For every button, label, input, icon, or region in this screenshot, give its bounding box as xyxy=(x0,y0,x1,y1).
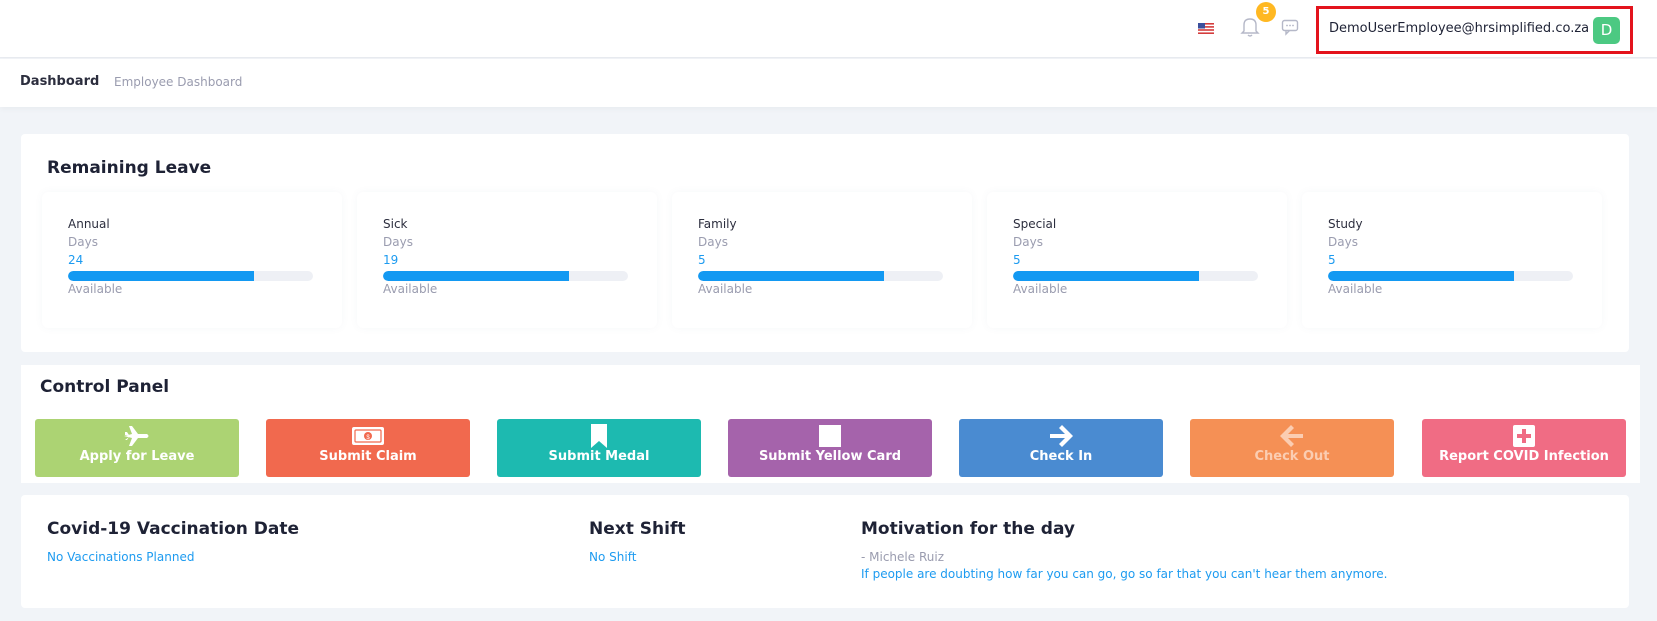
leave-item-special: Special Days 5 Available xyxy=(987,192,1287,328)
top-bar: 5 DemoUserEmployee@hrsimplified.co.za D xyxy=(0,0,1657,58)
leave-days-value: 5 xyxy=(698,253,706,267)
leave-progress-bar xyxy=(698,271,943,281)
avatar: D xyxy=(1593,17,1620,44)
apply-for-leave-button[interactable]: Apply for Leave xyxy=(35,419,239,477)
control-panel: Control Panel Apply for Leave $ Submit C… xyxy=(21,365,1640,483)
remaining-leave-title: Remaining Leave xyxy=(47,158,212,178)
submit-medal-button[interactable]: Submit Medal xyxy=(497,419,701,477)
leave-unit: Days xyxy=(1013,235,1043,249)
info-card: Covid-19 Vaccination Date No Vaccination… xyxy=(21,495,1629,608)
motivation-title: Motivation for the day xyxy=(861,519,1076,539)
card-icon xyxy=(728,423,932,449)
leave-days-value: 5 xyxy=(1013,253,1021,267)
page-title: Dashboard xyxy=(20,74,100,89)
report-covid-infection-label: Report COVID Infection xyxy=(1439,449,1609,464)
submit-medal-label: Submit Medal xyxy=(548,449,650,464)
arrow-right-icon xyxy=(959,423,1163,449)
bookmark-icon xyxy=(497,423,701,449)
check-in-label: Check In xyxy=(1029,449,1093,464)
bell-icon[interactable] xyxy=(1240,16,1260,38)
chat-icon[interactable] xyxy=(1281,18,1299,36)
leave-progress-fill xyxy=(1013,271,1200,281)
leave-type: Sick xyxy=(383,217,408,231)
leave-progress-fill xyxy=(698,271,885,281)
leave-progress-bar xyxy=(1013,271,1258,281)
check-out-label: Check Out xyxy=(1254,449,1330,464)
leave-progress-bar xyxy=(383,271,628,281)
apply-for-leave-label: Apply for Leave xyxy=(79,449,195,464)
control-panel-title: Control Panel xyxy=(40,377,170,397)
subheader: Dashboard Employee Dashboard xyxy=(0,59,1657,107)
submit-yellow-card-label: Submit Yellow Card xyxy=(758,449,902,464)
leave-item-annual: Annual Days 24 Available xyxy=(42,192,342,328)
submit-yellow-card-button[interactable]: Submit Yellow Card xyxy=(728,419,932,477)
user-email: DemoUserEmployee@hrsimplified.co.za xyxy=(1329,21,1590,36)
next-shift-value[interactable]: No Shift xyxy=(589,550,636,564)
leave-days-value: 5 xyxy=(1328,253,1336,267)
motivation-author: - Michele Ruiz xyxy=(861,550,944,564)
leave-status: Available xyxy=(383,282,438,296)
remaining-leave-card: Remaining Leave Annual Days 24 Available… xyxy=(21,134,1629,352)
user-menu[interactable]: DemoUserEmployee@hrsimplified.co.za D xyxy=(1316,6,1633,54)
check-in-button[interactable]: Check In xyxy=(959,419,1163,477)
leave-type: Study xyxy=(1328,217,1363,231)
next-shift-title: Next Shift xyxy=(589,519,686,539)
leave-progress-fill xyxy=(383,271,570,281)
leave-unit: Days xyxy=(698,235,728,249)
airplane-icon xyxy=(35,423,239,449)
medical-cross-icon xyxy=(1422,423,1626,449)
breadcrumb[interactable]: Employee Dashboard xyxy=(114,75,242,89)
leave-item-study: Study Days 5 Available xyxy=(1302,192,1602,328)
notification-badge[interactable]: 5 xyxy=(1256,2,1276,22)
submit-claim-button[interactable]: $ Submit Claim xyxy=(266,419,470,477)
leave-item-sick: Sick Days 19 Available xyxy=(357,192,657,328)
leave-unit: Days xyxy=(68,235,98,249)
vaccination-title: Covid-19 Vaccination Date xyxy=(47,519,300,539)
leave-days-value: 19 xyxy=(383,253,399,267)
leave-type: Special xyxy=(1013,217,1057,231)
leave-status: Available xyxy=(698,282,753,296)
motivation-quote: If people are doubting how far you can g… xyxy=(861,567,1388,581)
leave-status: Available xyxy=(68,282,123,296)
leave-type: Family xyxy=(698,217,737,231)
leave-status: Available xyxy=(1328,282,1383,296)
leave-type: Annual xyxy=(68,217,110,231)
leave-item-family: Family Days 5 Available xyxy=(672,192,972,328)
leave-unit: Days xyxy=(383,235,413,249)
submit-claim-label: Submit Claim xyxy=(319,449,417,464)
check-out-button[interactable]: Check Out xyxy=(1190,419,1394,477)
leave-progress-bar xyxy=(68,271,313,281)
leave-status: Available xyxy=(1013,282,1068,296)
leave-progress-fill xyxy=(68,271,255,281)
leave-progress-bar xyxy=(1328,271,1573,281)
leave-progress-fill xyxy=(1328,271,1515,281)
report-covid-infection-button[interactable]: Report COVID Infection xyxy=(1422,419,1626,477)
us-flag-icon[interactable] xyxy=(1198,23,1214,34)
leave-unit: Days xyxy=(1328,235,1358,249)
arrow-left-icon xyxy=(1190,423,1394,449)
vaccination-value[interactable]: No Vaccinations Planned xyxy=(47,550,194,564)
money-icon: $ xyxy=(266,423,470,449)
leave-days-value: 24 xyxy=(68,253,84,267)
